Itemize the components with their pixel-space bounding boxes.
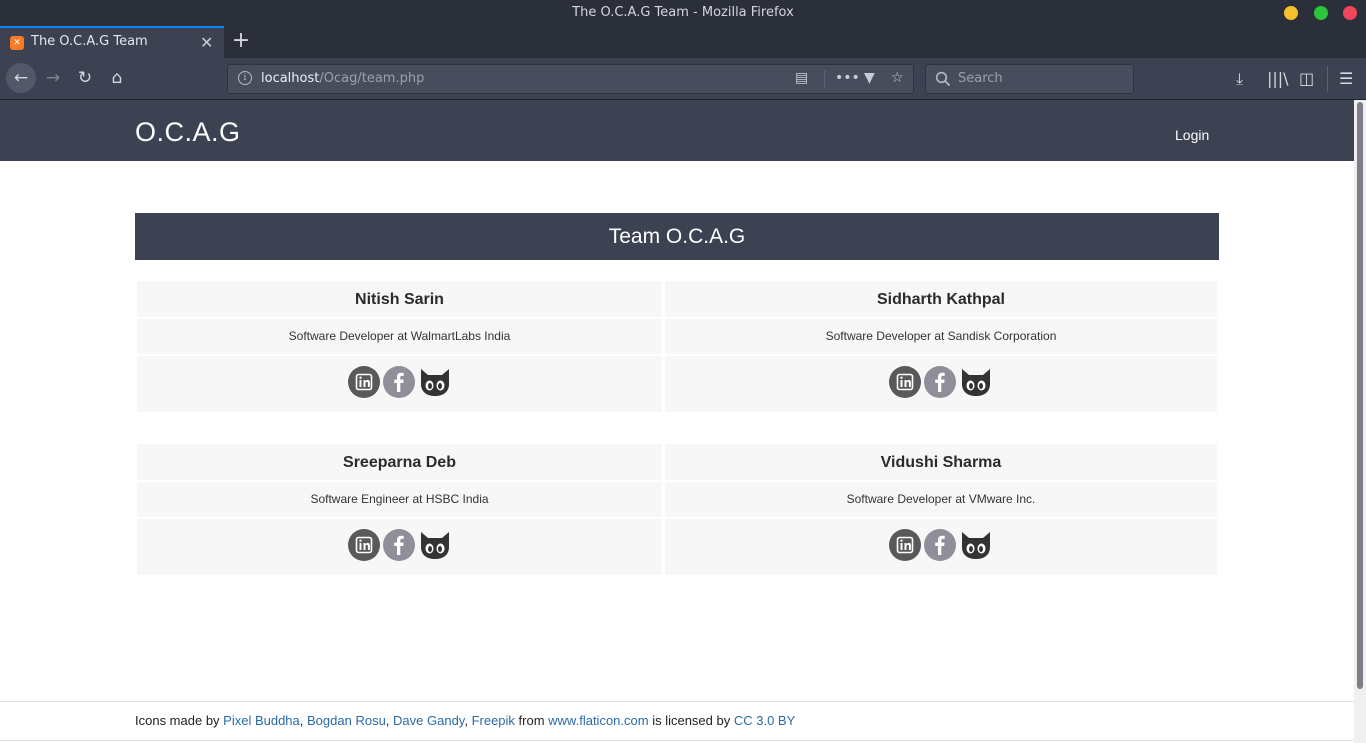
member-role: Software Engineer at HSBC India [137,482,662,519]
author-link-dave-gandy[interactable]: Dave Gandy [393,713,464,728]
site-header: O.C.A.G Login [0,100,1354,161]
window-titlebar: The O.C.A.G Team - Mozilla Firefox [0,0,1366,26]
github-icon[interactable] [959,366,991,398]
new-tab-button[interactable]: + [229,28,253,54]
page-actions-icon[interactable]: ••• [835,70,860,86]
library-icon[interactable]: |||\ [1267,69,1289,88]
credits-separator: , [464,713,472,728]
brand-logo-link[interactable]: O.C.A.G [135,117,241,148]
facebook-icon[interactable] [383,366,415,398]
facebook-icon[interactable] [383,529,415,561]
linkedin-icon[interactable] [348,366,380,398]
tab-title: The O.C.A.G Team [31,34,148,49]
license-link[interactable]: CC 3.0 BY [734,713,795,728]
url-bar[interactable]: i localhost/Ocag/team.php ▤ ••• ▼ ☆ [227,64,914,94]
credits-separator: , [385,713,394,728]
home-button[interactable]: ⌂ [105,68,129,88]
credits-separator: , [299,713,308,728]
team-member-card: Sreeparna Deb Software Engineer at HSBC … [137,444,662,575]
scrollbar-thumb[interactable] [1357,102,1363,689]
author-link-bogdan-rosu[interactable]: Bogdan Rosu [307,713,386,728]
credits-from: from [514,713,549,728]
page-title: Team O.C.A.G [135,213,1219,260]
xampp-favicon-icon: ✕ [10,36,24,50]
menu-hamburger-icon[interactable]: ☰ [1339,69,1353,88]
minimize-window-button[interactable] [1284,6,1298,20]
url-text[interactable]: localhost/Ocag/team.php [261,71,424,86]
tab-active[interactable]: ✕ The O.C.A.G Team ✕ [0,26,224,58]
tab-strip: ✕ The O.C.A.G Team ✕ + [0,26,1366,58]
page-scrollbar[interactable] [1354,100,1366,743]
close-window-button[interactable] [1343,6,1357,20]
navigation-toolbar: ← → ↻ ⌂ i localhost/Ocag/team.php ▤ ••• … [0,58,1366,100]
social-links [665,519,1217,575]
github-icon[interactable] [418,366,450,398]
facebook-icon[interactable] [924,529,956,561]
social-links [137,356,662,412]
sidebar-icon[interactable]: ◫ [1299,69,1314,88]
url-bar-divider [824,70,825,88]
github-icon[interactable] [959,529,991,561]
author-link-pixel-buddha[interactable]: Pixel Buddha [223,713,300,728]
bookmark-star-icon[interactable]: ☆ [891,70,904,86]
window-title: The O.C.A.G Team - Mozilla Firefox [572,5,794,20]
credits-prefix: Icons made by [135,713,224,728]
github-icon[interactable] [418,529,450,561]
url-path: /Ocag/team.php [319,71,425,86]
team-member-card: Vidushi Sharma Software Developer at VMw… [665,444,1217,575]
login-link[interactable]: Login [1175,127,1209,143]
pocket-icon[interactable]: ▼ [864,70,875,86]
site-info-icon[interactable]: i [238,71,252,85]
toolbar-divider [1327,66,1328,92]
credits-licensed: is licensed by [648,713,734,728]
search-input[interactable]: Search [925,64,1134,94]
team-member-card: Nitish Sarin Software Developer at Walma… [137,281,662,412]
forward-button[interactable]: → [41,68,65,88]
team-member-card: Sidharth Kathpal Software Developer at S… [665,281,1217,412]
member-role: Software Developer at WalmartLabs India [137,319,662,356]
page-viewport: O.C.A.G Login Team O.C.A.G Nitish Sarin … [0,100,1354,743]
member-name: Sidharth Kathpal [665,281,1217,319]
facebook-icon[interactable] [924,366,956,398]
reader-view-icon[interactable]: ▤ [795,70,808,86]
downloads-icon[interactable]: ⤓ [1236,69,1243,89]
page-footer: Icons made by Pixel Buddha, Bogdan Rosu,… [0,701,1354,741]
social-links [665,356,1217,412]
member-role: Software Developer at Sandisk Corporatio… [665,319,1217,356]
reload-button[interactable]: ↻ [73,68,97,88]
author-link-freepik[interactable]: Freepik [472,713,515,728]
url-host: localhost [261,71,320,86]
member-role: Software Developer at VMware Inc. [665,482,1217,519]
close-tab-icon[interactable]: ✕ [200,33,213,52]
search-placeholder: Search [958,71,1003,86]
flaticon-link[interactable]: www.flaticon.com [548,713,648,728]
member-name: Vidushi Sharma [665,444,1217,482]
back-button[interactable]: ← [6,63,36,93]
search-icon [935,71,951,87]
member-name: Sreeparna Deb [137,444,662,482]
member-name: Nitish Sarin [137,281,662,319]
linkedin-icon[interactable] [348,529,380,561]
maximize-window-button[interactable] [1314,6,1328,20]
icon-credits: Icons made by Pixel Buddha, Bogdan Rosu,… [135,713,795,728]
social-links [137,519,662,575]
linkedin-icon[interactable] [889,366,921,398]
linkedin-icon[interactable] [889,529,921,561]
